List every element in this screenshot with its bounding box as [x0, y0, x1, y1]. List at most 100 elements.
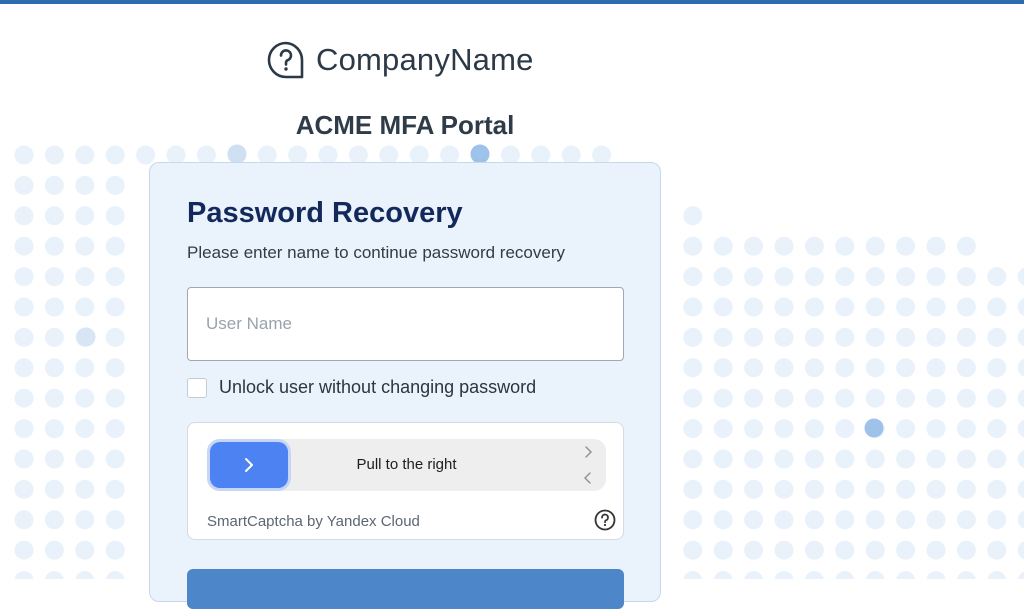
background-dot	[14, 206, 34, 226]
card-subtitle: Please enter name to continue password r…	[187, 243, 565, 262]
background-dot	[713, 419, 733, 439]
background-dot	[1017, 298, 1024, 316]
background-dot	[957, 571, 976, 579]
background-dot	[683, 267, 703, 287]
background-dot	[956, 479, 976, 499]
background-dot	[804, 388, 824, 408]
highlight-dot	[76, 327, 96, 347]
background-dot	[956, 358, 976, 378]
background-dot	[865, 267, 885, 287]
background-dot	[926, 267, 946, 287]
background-dot	[14, 419, 34, 439]
captcha-slider-handle[interactable]	[210, 442, 288, 488]
unlock-checkbox-row[interactable]: Unlock user without changing password	[187, 377, 536, 398]
background-dot	[804, 267, 824, 287]
password-recovery-card: Password Recovery Please enter name to c…	[149, 162, 661, 609]
background-dot	[1017, 358, 1024, 377]
background-dot	[774, 358, 794, 378]
background-dot	[44, 267, 64, 287]
submit-button[interactable]	[187, 569, 624, 609]
background-dot	[896, 540, 916, 560]
slider-direction-arrows	[582, 445, 594, 485]
captcha-slider-track: Pull to the right	[207, 439, 606, 491]
background-dot	[136, 145, 156, 165]
unlock-checkbox-label: Unlock user without changing password	[219, 377, 537, 397]
background-dot	[713, 297, 733, 317]
background-dot	[75, 540, 95, 560]
background-dot	[774, 449, 794, 469]
background-dot	[713, 267, 733, 287]
background-dot	[896, 571, 915, 579]
background-dot	[14, 327, 34, 347]
background-dot	[926, 327, 946, 347]
background-dot	[75, 449, 95, 469]
background-dot	[45, 571, 64, 579]
background-dot	[865, 510, 885, 530]
background-dot	[744, 510, 764, 530]
background-dot	[926, 510, 946, 530]
background-dot	[105, 175, 125, 195]
background-dot	[1017, 510, 1024, 529]
background-dot	[105, 419, 125, 439]
background-dot	[804, 358, 824, 378]
background-dot	[865, 479, 885, 499]
background-dot	[744, 388, 764, 408]
background-dot	[683, 449, 703, 469]
unlock-checkbox[interactable]	[187, 377, 207, 398]
background-dot	[804, 540, 824, 560]
background-dot	[865, 540, 885, 560]
background-dot	[804, 479, 824, 499]
background-dot	[865, 297, 885, 317]
background-dot	[926, 540, 946, 560]
background-dot	[926, 358, 946, 378]
background-dot	[105, 206, 125, 226]
background-dot	[713, 327, 733, 347]
background-dot	[774, 267, 794, 287]
username-input[interactable]	[187, 287, 624, 361]
background-dot	[956, 297, 976, 317]
background-dot	[987, 327, 1007, 347]
background-dot	[1017, 480, 1024, 499]
background-dot	[835, 510, 855, 530]
background-dot	[804, 449, 824, 469]
background-dot	[744, 571, 763, 579]
background-dot	[75, 297, 95, 317]
background-dot	[713, 236, 733, 256]
background-dot	[956, 419, 976, 439]
brand-logo: CompanyName	[266, 40, 534, 80]
background-dot	[14, 358, 34, 378]
background-dot	[683, 540, 703, 560]
highlight-dot	[864, 418, 884, 438]
background-dot	[44, 510, 64, 530]
background-dot	[14, 479, 34, 499]
background-dot	[713, 510, 733, 530]
background-dot	[14, 145, 34, 165]
question-circle-icon[interactable]	[594, 509, 616, 531]
background-dot	[105, 327, 125, 347]
background-dot	[835, 449, 855, 469]
background-dot	[744, 540, 764, 560]
background-dot	[75, 388, 95, 408]
background-dot	[683, 419, 703, 439]
background-dot	[713, 571, 733, 579]
background-dot	[926, 449, 946, 469]
background-dot	[1017, 267, 1024, 286]
background-dot	[896, 358, 916, 378]
background-dot	[835, 388, 855, 408]
background-dot	[987, 479, 1007, 499]
small-chevron-left-icon	[584, 472, 591, 484]
background-dot	[835, 419, 855, 439]
background-dot	[75, 571, 95, 579]
background-dot	[804, 236, 824, 256]
question-bubble-icon	[267, 41, 304, 79]
captcha-brand-text: SmartCaptcha by Yandex Cloud	[207, 513, 420, 530]
background-dot	[896, 267, 916, 287]
background-dot	[744, 449, 764, 469]
background-dot	[75, 267, 95, 287]
background-dot	[804, 327, 824, 347]
background-dot	[1017, 541, 1024, 560]
background-dot	[896, 479, 916, 499]
background-dot	[713, 479, 733, 499]
background-dot	[44, 175, 64, 195]
background-dot	[75, 145, 95, 165]
